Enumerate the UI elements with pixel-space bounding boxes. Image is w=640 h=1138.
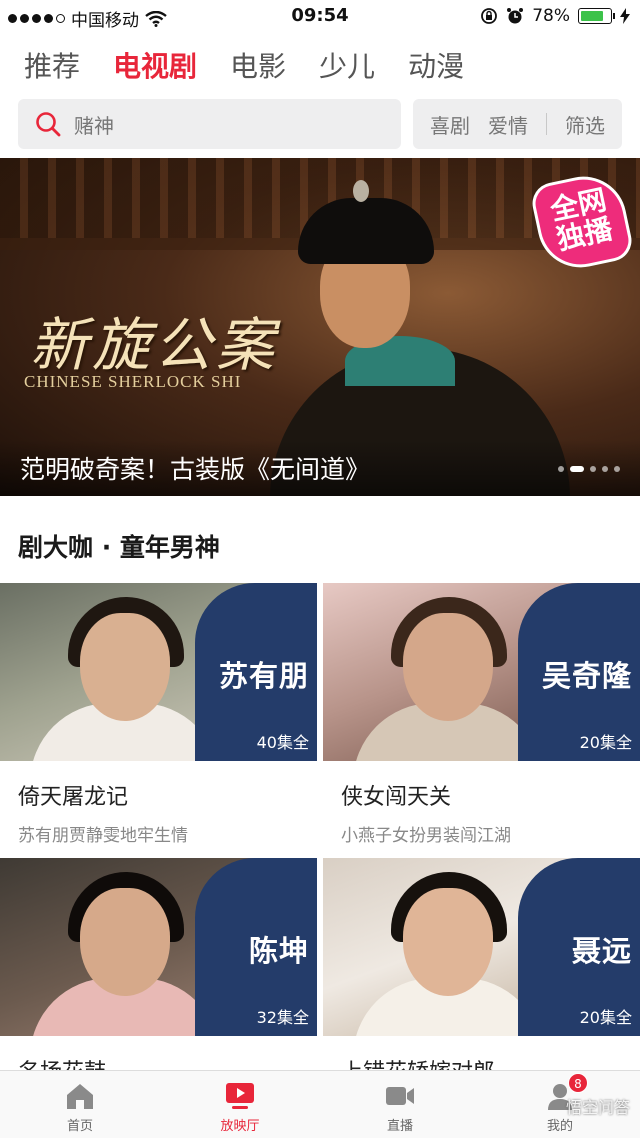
show-thumbnail: 聂远 20集全 (323, 858, 640, 1036)
rotation-lock-icon (481, 8, 498, 24)
section-title: 剧大咖 · 童年男神 (18, 533, 220, 562)
banner-caption-bar: 范明破奇案！古装版《无间道》 (0, 440, 640, 496)
show-card[interactable]: 苏有朋 40集全 倚天屠龙记 苏有朋贾静雯地牢生情 (0, 583, 317, 846)
video-camera-icon (386, 1087, 414, 1105)
banner-figure-hat-knob (353, 180, 369, 202)
tab-home[interactable]: 首页 (0, 1071, 160, 1138)
tab-cinema[interactable]: 放映厅 (160, 1071, 320, 1138)
charging-icon (620, 8, 630, 24)
actor-name: 苏有朋 (218, 659, 309, 693)
banner-show-title-en: CHINESE SHERLOCK SHI (24, 372, 242, 391)
carousel-dot[interactable] (602, 466, 608, 472)
show-card[interactable]: 聂远 20集全 上错花轿嫁对郎 (323, 858, 640, 1086)
filter-romance[interactable]: 爱情 (488, 110, 528, 139)
bottom-tab-bar: 首页 放映厅 直播 我的 8 (0, 1070, 640, 1138)
tab-kids[interactable]: 少儿 (319, 45, 375, 85)
category-tabs: 推荐 电视剧 电影 少儿 动漫 (0, 40, 640, 90)
status-right: 78% (480, 6, 630, 26)
show-title: 倚天屠龙记 (18, 785, 129, 810)
carousel-indicator[interactable] (558, 466, 620, 472)
tab-cinema-label: 放映厅 (220, 1119, 260, 1134)
show-subtitle: 小燕子女扮男装闯江湖 (341, 826, 511, 846)
episode-count: 40集全 (256, 733, 309, 752)
show-card[interactable]: 陈坤 32集全 名扬花鼓 (0, 858, 317, 1086)
carousel-dot[interactable] (570, 466, 584, 472)
actor-name: 聂远 (571, 934, 632, 968)
watermark: 悟空问答 (565, 1098, 630, 1117)
play-screen-icon (226, 1083, 254, 1109)
show-thumbnail: 吴奇隆 20集全 (323, 583, 640, 761)
battery-icon (578, 8, 615, 24)
episode-count: 32集全 (256, 1008, 309, 1027)
show-card[interactable]: 吴奇隆 20集全 侠女闯天关 小燕子女扮男装闯江湖 (323, 583, 640, 846)
episode-count: 20集全 (579, 1008, 632, 1027)
tab-recommend[interactable]: 推荐 (24, 45, 80, 85)
tab-live[interactable]: 直播 (320, 1071, 480, 1138)
actor-face (403, 613, 493, 721)
status-bar: 中国移动 09:54 78% (0, 0, 640, 34)
filter-button[interactable]: 筛选 (565, 110, 605, 139)
tab-movies[interactable]: 电影 (230, 45, 286, 85)
battery-percent: 78% (532, 6, 570, 26)
notification-badge: 8 (568, 1073, 588, 1093)
filter-divider (546, 113, 547, 135)
filter-comedy[interactable]: 喜剧 (430, 110, 470, 139)
show-subtitle: 苏有朋贾静雯地牢生情 (18, 826, 188, 846)
episode-count: 20集全 (579, 733, 632, 752)
show-title: 侠女闯天关 (341, 785, 452, 810)
actor-face (403, 888, 493, 996)
tab-tv-series[interactable]: 电视剧 (113, 45, 197, 85)
actor-name: 吴奇隆 (541, 659, 632, 693)
quick-filters: 喜剧 爱情 筛选 (413, 99, 622, 149)
carousel-dot[interactable] (614, 466, 620, 472)
actor-name: 陈坤 (248, 934, 309, 968)
tab-home-label: 首页 (66, 1119, 93, 1134)
banner-show-title: 新旋公案 (30, 311, 279, 379)
show-thumbnail: 陈坤 32集全 (0, 858, 317, 1036)
show-thumbnail: 苏有朋 40集全 (0, 583, 317, 761)
carousel-dot[interactable] (558, 466, 564, 472)
carousel-dot[interactable] (590, 466, 596, 472)
featured-banner[interactable]: 新旋公案 CHINESE SHERLOCK SHI 全网 独播 范明破奇案！古装… (0, 158, 640, 496)
actor-face (80, 613, 170, 721)
home-icon (67, 1084, 93, 1109)
tab-anime[interactable]: 动漫 (408, 45, 464, 85)
alarm-icon (507, 8, 524, 24)
search-input[interactable]: 赌神 (18, 99, 401, 149)
actor-face (80, 888, 170, 996)
exclusive-badge: 全网 独播 (532, 172, 632, 272)
search-placeholder: 赌神 (74, 113, 114, 138)
banner-caption: 范明破奇案！古装版《无间道》 (20, 455, 371, 484)
search-icon (36, 112, 61, 137)
tab-live-label: 直播 (386, 1119, 413, 1134)
